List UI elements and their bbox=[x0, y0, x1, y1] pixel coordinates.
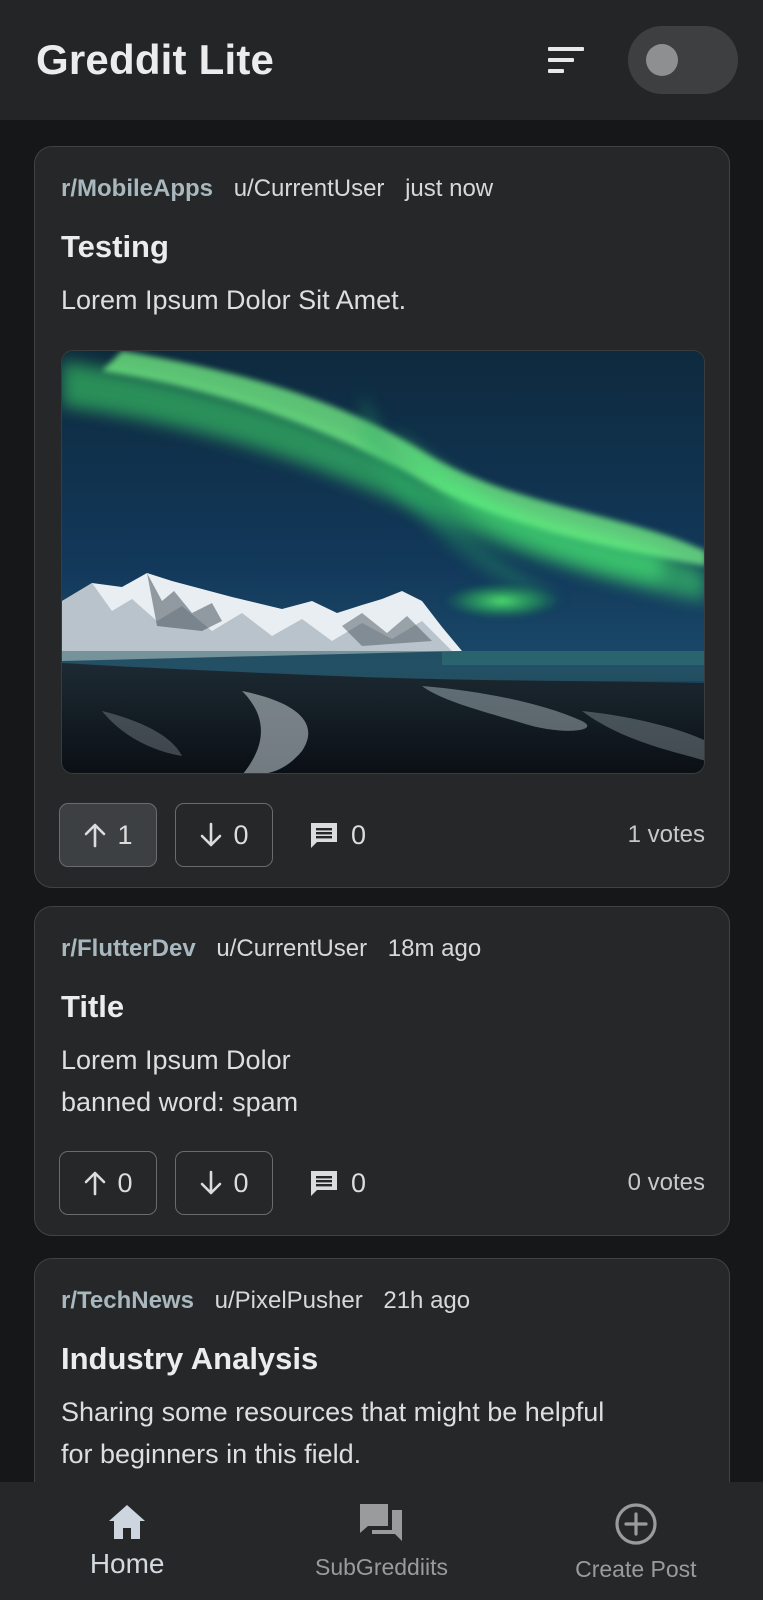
post-card[interactable]: r/FlutterDev u/CurrentUser 18m ago Title… bbox=[34, 906, 730, 1236]
comment-count: 0 bbox=[351, 1167, 367, 1198]
add-circle-icon bbox=[615, 1503, 657, 1545]
forum-icon bbox=[360, 1504, 403, 1541]
nav-subgreddiits[interactable]: SubGreddiits bbox=[254, 1482, 508, 1600]
comment-icon bbox=[311, 823, 337, 848]
aurora-landscape-image bbox=[62, 351, 704, 773]
post-body-line: Lorem Ipsum Dolor bbox=[61, 1045, 291, 1075]
nav-home[interactable]: Home bbox=[0, 1482, 254, 1600]
upvote-button[interactable]: 0 bbox=[59, 1151, 157, 1215]
author-link[interactable]: u/CurrentUser bbox=[216, 935, 367, 962]
post-body-line: banned word: spam bbox=[61, 1087, 299, 1117]
sort-button[interactable] bbox=[544, 40, 588, 80]
post-card[interactable]: r/MobileApps u/CurrentUser just now Test… bbox=[34, 146, 730, 888]
subreddit-link[interactable]: r/TechNews bbox=[61, 1287, 194, 1314]
app-bar: Greddit Lite bbox=[0, 0, 763, 120]
subreddit-link[interactable]: r/MobileApps bbox=[61, 175, 213, 202]
comment-icon bbox=[311, 1171, 337, 1196]
subreddit-link[interactable]: r/FlutterDev bbox=[61, 935, 196, 962]
sort-icon bbox=[548, 47, 584, 73]
post-time: 21h ago bbox=[383, 1287, 471, 1314]
post-time: 18m ago bbox=[387, 935, 482, 962]
votes-total: 1 votes bbox=[627, 821, 705, 848]
app-title: Greddit Lite bbox=[36, 36, 275, 83]
upvote-count: 1 bbox=[117, 819, 133, 850]
arrow-down-icon bbox=[201, 1170, 222, 1195]
app-root: Greddit Lite r/MobileApps u/CurrentUser … bbox=[0, 0, 763, 1600]
post-body-line: for beginners in this field. bbox=[61, 1439, 362, 1469]
post-time: just now bbox=[405, 175, 494, 202]
home-icon bbox=[109, 1505, 146, 1539]
post-title: Industry Analysis bbox=[61, 1341, 319, 1376]
post-body: Lorem Ipsum Dolor Sit Amet. bbox=[61, 285, 407, 315]
nav-subgreddiits-label: SubGreddiits bbox=[315, 1554, 448, 1580]
arrow-up-icon bbox=[85, 1171, 106, 1196]
author-link[interactable]: u/PixelPusher bbox=[215, 1287, 363, 1314]
nav-create-post[interactable]: Create Post bbox=[509, 1482, 763, 1600]
comments-button[interactable]: 0 bbox=[309, 1151, 366, 1215]
downvote-count: 0 bbox=[233, 1167, 249, 1198]
comments-button[interactable]: 0 bbox=[309, 803, 366, 867]
votes-total: 0 votes bbox=[627, 1169, 705, 1196]
post-meta: r/MobileApps u/CurrentUser just now bbox=[61, 175, 493, 203]
arrow-down-icon bbox=[201, 822, 222, 847]
post-body-line: Sharing some resources that might be hel… bbox=[61, 1397, 605, 1427]
upvote-button[interactable]: 1 bbox=[59, 803, 157, 867]
author-link[interactable]: u/CurrentUser bbox=[234, 175, 385, 202]
arrow-up-icon bbox=[85, 823, 106, 848]
downvote-count: 0 bbox=[233, 819, 249, 850]
theme-toggle[interactable] bbox=[628, 26, 738, 94]
post-body: Lorem Ipsum Dolor banned word: spam bbox=[61, 1039, 701, 1123]
downvote-button[interactable]: 0 bbox=[175, 803, 273, 867]
nav-create-post-label: Create Post bbox=[575, 1556, 697, 1582]
toggle-knob bbox=[646, 44, 678, 76]
post-body: Sharing some resources that might be hel… bbox=[61, 1391, 701, 1475]
downvote-button[interactable]: 0 bbox=[175, 1151, 273, 1215]
upvote-count: 0 bbox=[117, 1167, 133, 1198]
bottom-navigation: Home SubGreddiits Create Post bbox=[0, 1482, 763, 1600]
comment-count: 0 bbox=[351, 819, 367, 850]
post-image[interactable] bbox=[61, 350, 705, 774]
post-title: Title bbox=[61, 989, 125, 1024]
post-card[interactable]: r/TechNews u/PixelPusher 21h ago Industr… bbox=[34, 1258, 730, 1482]
post-feed[interactable]: r/MobileApps u/CurrentUser just now Test… bbox=[0, 120, 763, 1482]
nav-home-label: Home bbox=[89, 1548, 165, 1579]
post-meta: r/FlutterDev u/CurrentUser 18m ago bbox=[61, 935, 481, 963]
post-title: Testing bbox=[61, 229, 169, 264]
post-meta: r/TechNews u/PixelPusher 21h ago bbox=[61, 1287, 470, 1315]
